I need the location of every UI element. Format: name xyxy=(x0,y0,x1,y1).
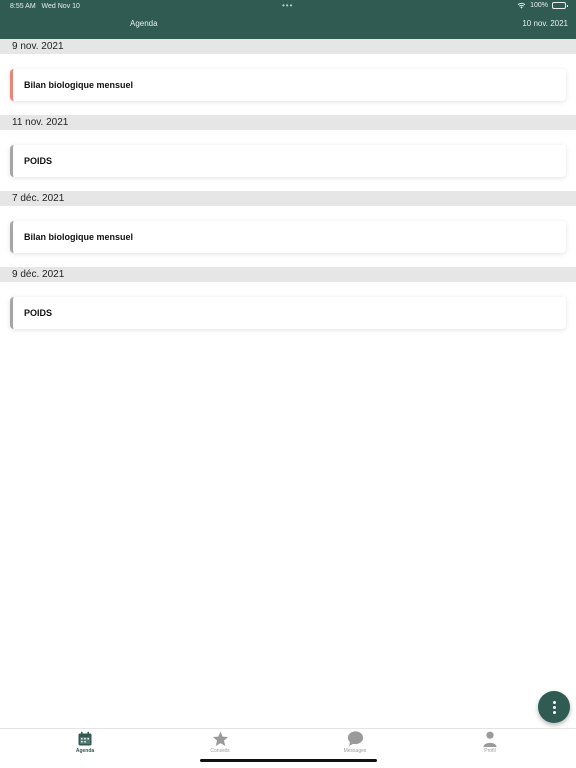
tab-label: Agenda xyxy=(75,748,95,754)
chat-bubble-icon xyxy=(347,731,363,747)
status-bar-right: 100% xyxy=(517,2,568,9)
battery-icon xyxy=(552,2,568,9)
tab-bar: Agenda Conseils Messages Profil xyxy=(0,728,576,768)
person-icon xyxy=(483,731,497,747)
agenda-section: 7 déc. 2021 Bilan biologique mensuel xyxy=(0,191,576,267)
event-card[interactable]: POIDS xyxy=(10,297,566,329)
section-date-header: 7 déc. 2021 xyxy=(0,191,576,206)
wifi-icon xyxy=(517,2,526,9)
agenda-section: 9 déc. 2021 POIDS xyxy=(0,267,576,343)
section-date-header: 9 déc. 2021 xyxy=(0,267,576,282)
more-vertical-icon xyxy=(552,700,556,714)
tab-label: Messages xyxy=(343,748,367,754)
battery-percentage: 100% xyxy=(530,2,548,9)
more-options-button[interactable] xyxy=(538,691,570,723)
section-date-header: 9 nov. 2021 xyxy=(0,39,576,54)
tab-messages[interactable]: Messages xyxy=(325,731,385,754)
event-title: POIDS xyxy=(24,308,53,318)
status-time-text: 8:55 AM xyxy=(10,3,36,10)
event-title: Bilan biologique mensuel xyxy=(24,232,134,242)
agenda-section: 11 nov. 2021 POIDS xyxy=(0,115,576,191)
event-title: Bilan biologique mensuel xyxy=(24,80,134,90)
section-date-header: 11 nov. 2021 xyxy=(0,115,576,130)
status-bar-time: 8:55 AM Wed Nov 10 xyxy=(10,3,80,10)
calendar-icon xyxy=(78,731,92,746)
multitasking-dots-icon[interactable]: ••• xyxy=(282,1,293,10)
agenda-screen: 8:55 AM Wed Nov 10 ••• 100% Agenda 10 no… xyxy=(0,0,576,768)
event-card[interactable]: Bilan biologique mensuel xyxy=(10,221,566,253)
agenda-section: 9 nov. 2021 Bilan biologique mensuel xyxy=(0,39,576,115)
page-title: Agenda xyxy=(130,19,158,28)
home-indicator[interactable] xyxy=(200,759,377,762)
event-card[interactable]: Bilan biologique mensuel xyxy=(10,69,566,101)
agenda-list: 9 nov. 2021 Bilan biologique mensuel 11 … xyxy=(0,39,576,343)
tab-profil[interactable]: Profil xyxy=(460,731,520,754)
tab-label: Profil xyxy=(484,748,496,754)
tab-conseils[interactable]: Conseils xyxy=(190,731,250,754)
app-header: 8:55 AM Wed Nov 10 ••• 100% Agenda 10 no… xyxy=(0,0,576,39)
star-icon xyxy=(212,731,228,746)
current-date[interactable]: 10 nov. 2021 xyxy=(522,19,568,28)
tab-agenda[interactable]: Agenda xyxy=(55,731,115,754)
event-card[interactable]: POIDS xyxy=(10,145,566,177)
status-day-text: Wed Nov 10 xyxy=(41,3,80,10)
tab-label: Conseils xyxy=(210,748,230,754)
event-title: POIDS xyxy=(24,156,53,166)
